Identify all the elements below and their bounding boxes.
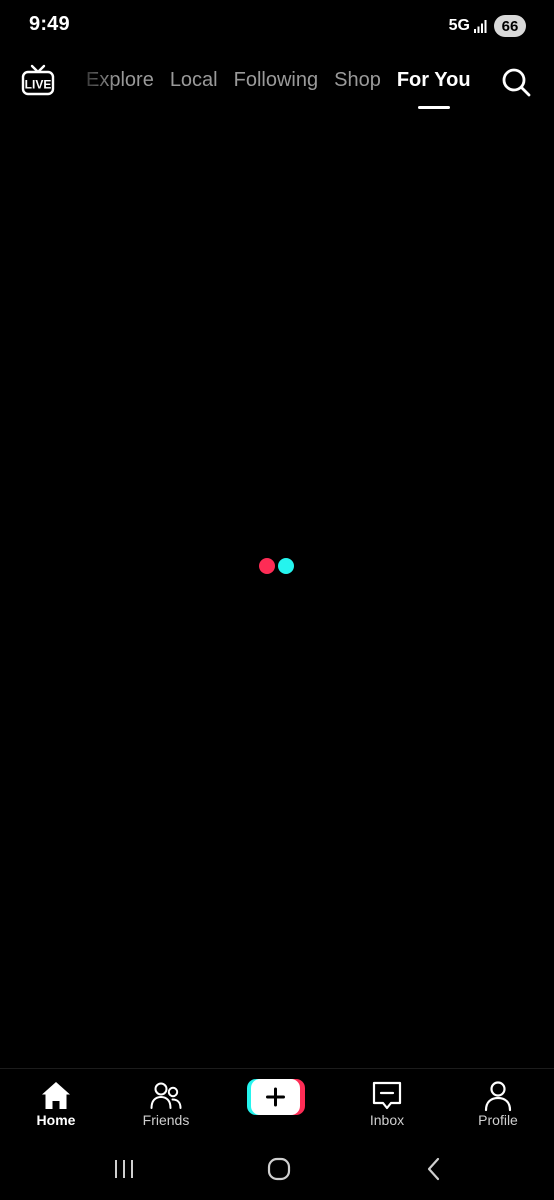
friends-icon [150,1082,182,1109]
tab-local[interactable]: Local [170,69,218,109]
tab-home-label: Home [36,1112,76,1128]
tab-explore[interactable]: Explore [86,69,154,109]
bottom-tab-bar: Home Friends Inbox Profile [0,1068,554,1138]
search-icon [502,68,531,97]
tab-for-you[interactable]: For You [397,69,471,109]
network-type: 5G [448,17,470,34]
home-icon [42,1082,70,1109]
live-tv-icon: LIVE [21,64,55,96]
back-chevron-icon [427,1157,440,1181]
recent-apps-icon [115,1160,133,1178]
plus-icon [266,1087,285,1107]
create-button[interactable] [247,1079,305,1115]
top-nav: LIVE Explore Local Following Shop For Yo… [0,58,554,109]
loader-dot-cyan [278,558,294,574]
search-button[interactable] [500,66,532,98]
loading-indicator [259,558,295,574]
inbox-icon [372,1081,402,1110]
tab-profile-label: Profile [478,1112,518,1128]
status-bar: 9:49 5G 66 [0,0,554,52]
recent-apps-button[interactable] [108,1155,140,1183]
tab-friends-label: Friends [142,1112,190,1128]
nav-tabs: Explore Local Following Shop For You [86,69,471,109]
tab-friends[interactable]: Friends [121,1077,211,1133]
system-back-button[interactable] [418,1155,450,1183]
system-navigation-bar [0,1138,554,1200]
tab-profile[interactable]: Profile [453,1077,543,1133]
live-button[interactable]: LIVE [20,64,56,98]
tab-home[interactable]: Home [11,1077,101,1133]
status-right: 5G 66 [449,14,526,38]
signal-icon [474,20,487,33]
tab-inbox[interactable]: Inbox [342,1077,432,1133]
system-home-button[interactable] [263,1155,295,1183]
live-icon-label: LIVE [25,78,52,92]
status-time: 9:49 [29,13,70,35]
tab-following[interactable]: Following [234,69,318,109]
tab-shop[interactable]: Shop [334,69,381,109]
battery-level: 66 [494,15,526,37]
profile-icon [484,1081,512,1112]
tab-inbox-label: Inbox [369,1112,405,1128]
loader-dot-red [259,558,275,574]
home-circle-icon [267,1157,291,1181]
